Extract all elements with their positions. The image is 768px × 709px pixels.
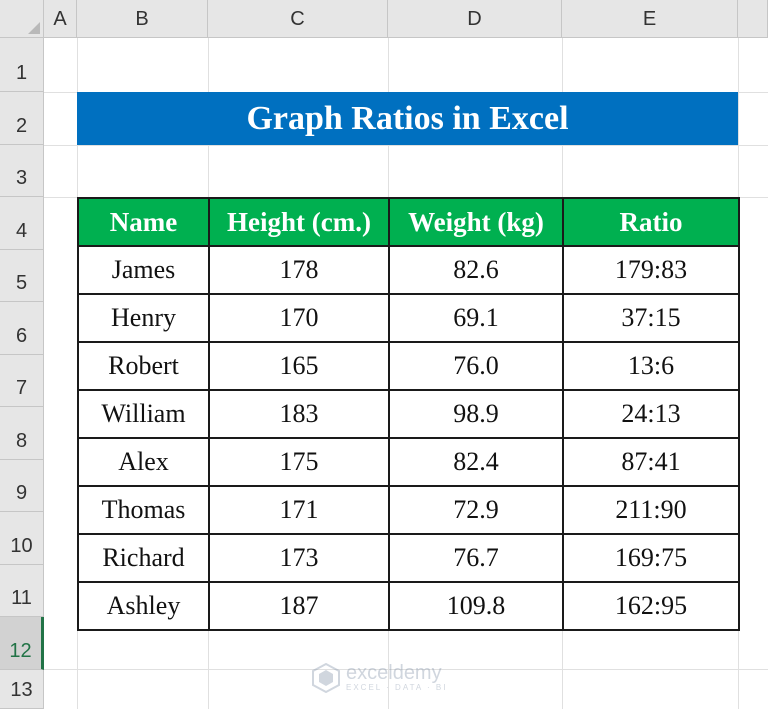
- height-cell[interactable]: 171: [208, 485, 390, 535]
- ratio-cell[interactable]: 37:15: [562, 293, 740, 343]
- row-header-1[interactable]: 1: [0, 38, 44, 92]
- ratio-cell[interactable]: 24:13: [562, 389, 740, 439]
- ratio-cell[interactable]: 211:90: [562, 485, 740, 535]
- row-header-8[interactable]: 8: [0, 407, 44, 460]
- ratio-cell[interactable]: 179:83: [562, 245, 740, 295]
- height-cell[interactable]: 175: [208, 437, 390, 487]
- column-header-a[interactable]: A: [44, 0, 77, 38]
- row-header-10[interactable]: 10: [0, 512, 44, 565]
- name-cell[interactable]: Robert: [77, 341, 210, 391]
- column-header-overflow[interactable]: [738, 0, 768, 38]
- table-row: Robert 165 76.0 13:6: [77, 341, 740, 391]
- name-cell[interactable]: Henry: [77, 293, 210, 343]
- header-name-cell[interactable]: Name: [77, 197, 210, 247]
- ratio-cell[interactable]: 169:75: [562, 533, 740, 583]
- height-cell[interactable]: 187: [208, 581, 390, 631]
- name-cell[interactable]: James: [77, 245, 210, 295]
- table-row: Ashley 187 109.8 162:95: [77, 581, 740, 631]
- table-row: Henry 170 69.1 37:15: [77, 293, 740, 343]
- title-cell[interactable]: Graph Ratios in Excel: [77, 92, 738, 145]
- watermark-tagline: EXCEL · DATA · BI: [346, 683, 448, 692]
- name-cell[interactable]: Alex: [77, 437, 210, 487]
- row-header-4[interactable]: 4: [0, 197, 44, 250]
- exceldemy-logo-icon: [312, 663, 340, 693]
- watermark-name: exceldemy: [346, 662, 442, 684]
- height-cell[interactable]: 178: [208, 245, 390, 295]
- table-row: Richard 173 76.7 169:75: [77, 533, 740, 583]
- height-cell[interactable]: 183: [208, 389, 390, 439]
- name-cell[interactable]: William: [77, 389, 210, 439]
- column-header-b[interactable]: B: [77, 0, 208, 38]
- weight-cell[interactable]: 98.9: [388, 389, 564, 439]
- height-cell[interactable]: 165: [208, 341, 390, 391]
- name-cell[interactable]: Ashley: [77, 581, 210, 631]
- weight-cell[interactable]: 82.6: [388, 245, 564, 295]
- row-header-2[interactable]: 2: [0, 92, 44, 145]
- column-header-e[interactable]: E: [562, 0, 738, 38]
- name-cell[interactable]: Richard: [77, 533, 210, 583]
- height-cell[interactable]: 170: [208, 293, 390, 343]
- weight-cell[interactable]: 69.1: [388, 293, 564, 343]
- table-row: Alex 175 82.4 87:41: [77, 437, 740, 487]
- row-headers: 1 2 3 4 5 6 7 8 9 10 11 12 13: [0, 38, 44, 709]
- row-header-12[interactable]: 12: [0, 617, 44, 670]
- row-header-7[interactable]: 7: [0, 355, 44, 407]
- row-header-6[interactable]: 6: [0, 302, 44, 355]
- select-all-triangle-icon: [28, 22, 40, 34]
- row-header-5[interactable]: 5: [0, 250, 44, 302]
- ratio-cell[interactable]: 162:95: [562, 581, 740, 631]
- watermark: exceldemy EXCEL · DATA · BI: [312, 660, 447, 696]
- weight-cell[interactable]: 76.7: [388, 533, 564, 583]
- ratio-cell[interactable]: 87:41: [562, 437, 740, 487]
- select-all-corner[interactable]: [0, 0, 44, 38]
- column-header-d[interactable]: D: [388, 0, 562, 38]
- row-header-3[interactable]: 3: [0, 145, 44, 197]
- name-cell[interactable]: Thomas: [77, 485, 210, 535]
- weight-cell[interactable]: 76.0: [388, 341, 564, 391]
- row-header-9[interactable]: 9: [0, 460, 44, 512]
- gridline: [44, 145, 768, 146]
- weight-cell[interactable]: 72.9: [388, 485, 564, 535]
- table-row: Thomas 171 72.9 211:90: [77, 485, 740, 535]
- header-ratio-cell[interactable]: Ratio: [562, 197, 740, 247]
- header-height-cell[interactable]: Height (cm.): [208, 197, 390, 247]
- weight-cell[interactable]: 109.8: [388, 581, 564, 631]
- weight-cell[interactable]: 82.4: [388, 437, 564, 487]
- table-row: William 183 98.9 24:13: [77, 389, 740, 439]
- table-header-row: Name Height (cm.) Weight (kg) Ratio: [77, 197, 740, 247]
- row-header-13[interactable]: 13: [0, 670, 44, 709]
- table-row: James 178 82.6 179:83: [77, 245, 740, 295]
- height-cell[interactable]: 173: [208, 533, 390, 583]
- row-header-11[interactable]: 11: [0, 565, 44, 617]
- ratio-cell[interactable]: 13:6: [562, 341, 740, 391]
- column-headers: A B C D E: [44, 0, 768, 38]
- header-weight-cell[interactable]: Weight (kg): [388, 197, 564, 247]
- data-table: Name Height (cm.) Weight (kg) Ratio Jame…: [77, 197, 740, 631]
- column-header-c[interactable]: C: [208, 0, 388, 38]
